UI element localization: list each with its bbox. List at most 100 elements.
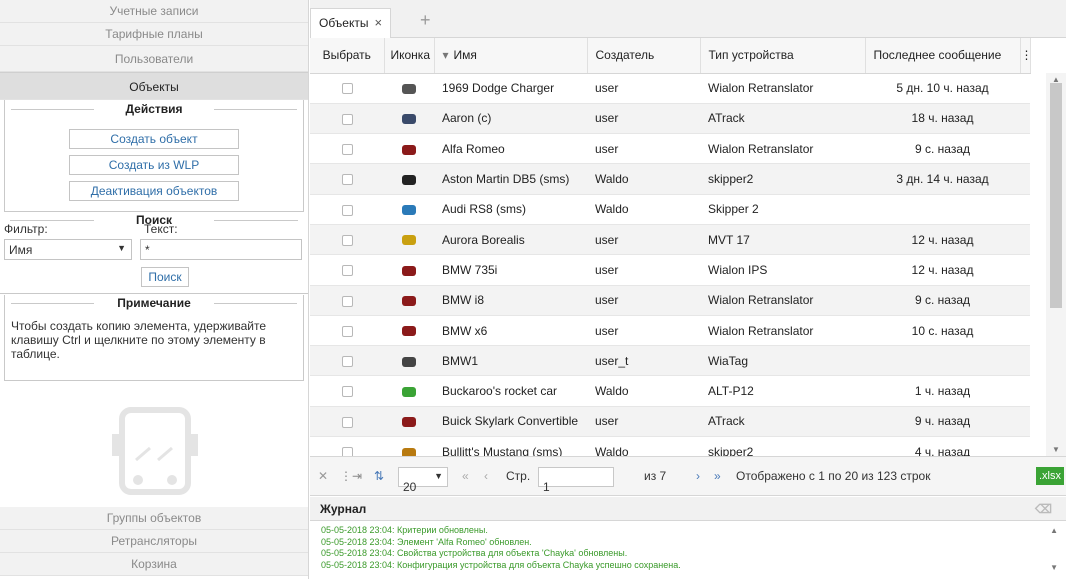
column-settings-icon[interactable]: ⋮⇥ [340,469,362,483]
sidebar-item-units[interactable]: Объекты [0,72,308,100]
filter-label: Фильтр: [4,222,48,236]
table-row[interactable]: Buckaroo's rocket car Waldo ALT-P12 1 ч. на… [310,375,1030,407]
journal-scroll-down-icon[interactable]: ▼ [1050,563,1058,572]
unit-name[interactable]: Bullitt's Mustang (sms) [434,436,587,456]
unit-last-message: 10 с. назад [865,315,1020,347]
table-row[interactable]: Audi RS8 (sms) Waldo Skipper 2 [310,194,1030,225]
column-creator[interactable]: Создатель [587,38,701,74]
row-select-checkbox[interactable] [310,163,384,195]
prev-page-icon[interactable]: ‹ [484,469,488,483]
create-unit-button[interactable]: Создать объект [69,129,239,149]
unit-device-type: skipper2 [700,436,865,456]
checkbox[interactable] [341,234,353,246]
row-select-checkbox[interactable] [310,285,384,316]
checkbox[interactable] [341,204,353,216]
column-icon[interactable]: Иконка [384,38,435,74]
unit-last-message: 1 ч. назад [865,375,1020,407]
checkbox[interactable] [341,83,353,95]
first-page-icon[interactable]: « [462,469,469,483]
table-row[interactable]: Aaron (c) user ATrack 18 ч. назад [310,103,1030,135]
sidebar-item-users[interactable]: Пользователи [0,46,308,72]
unit-name[interactable]: BMW 735i [434,254,587,286]
deactivate-units-button[interactable]: Деактивация объектов [69,181,239,201]
clear-filter-icon[interactable]: ✕ [318,469,328,483]
unit-device-type: ALT-P12 [700,375,865,407]
filter-select[interactable]: Имя ▼ [4,239,132,260]
sidebar-item-billing-plans[interactable]: Тарифные планы [0,23,308,46]
unit-name[interactable]: BMW x6 [434,315,587,347]
table-row[interactable]: Bullitt's Mustang (sms) Waldo skipper2 4 ч.… [310,436,1030,456]
next-page-icon[interactable]: › [696,469,700,483]
checkbox[interactable] [341,265,353,277]
sidebar-item-unit-groups[interactable]: Группы объектов [0,507,308,530]
unit-name[interactable]: Buick Skylark Convertible [434,406,587,438]
scroll-down-icon[interactable]: ▼ [1052,445,1060,454]
journal-line: 05-05-2018 23:04: Конфигурация устройств… [321,559,681,570]
add-tab-icon[interactable]: + [420,10,431,31]
unit-name[interactable]: Audi RS8 (sms) [434,194,587,225]
eraser-icon[interactable]: ⌫ [1035,497,1052,521]
column-menu-icon[interactable]: ⋮ [1020,38,1031,74]
table-row[interactable]: Alfa Romeo user Wialon Retranslator 9 с. на… [310,133,1030,165]
checkbox[interactable] [341,174,353,186]
row-select-checkbox[interactable] [310,315,384,347]
row-select-checkbox[interactable] [310,254,384,286]
unit-name[interactable]: Buckaroo's rocket car [434,375,587,407]
create-from-wlp-button[interactable]: Создать из WLP [69,155,239,175]
row-select-checkbox[interactable] [310,375,384,407]
unit-name[interactable]: BMW i8 [434,285,587,316]
table-row[interactable]: BMW x6 user Wialon Retranslator 10 с. назад [310,315,1030,347]
table-scrollbar[interactable]: ▲ ▼ [1046,73,1066,456]
row-select-checkbox[interactable] [310,406,384,438]
unit-name[interactable]: Aaron (c) [434,103,587,135]
scrollbar-thumb[interactable] [1050,83,1062,308]
unit-name[interactable]: Aurora Borealis [434,224,587,256]
checkbox[interactable] [341,416,353,428]
checkbox[interactable] [341,295,353,307]
journal-scroll-up-icon[interactable]: ▲ [1050,526,1058,535]
table-row[interactable]: BMW i8 user Wialon Retranslator 9 с. назад [310,285,1030,316]
row-select-checkbox[interactable] [310,103,384,135]
search-button[interactable]: Поиск [141,267,189,287]
page-input[interactable]: 1 [538,467,614,494]
unit-name[interactable]: BMW1 [434,345,587,377]
checkbox[interactable] [341,386,353,398]
table-row[interactable]: BMW 735i user Wialon IPS 12 ч. назад [310,254,1030,286]
sort-settings-icon[interactable]: ⇅ [374,469,384,483]
close-icon[interactable]: × [375,15,383,30]
checkbox[interactable] [341,356,353,368]
last-page-icon[interactable]: » [714,469,721,483]
checkbox[interactable] [341,447,353,456]
unit-name[interactable]: 1969 Dodge Charger [434,73,587,104]
checkbox[interactable] [341,325,353,337]
row-select-checkbox[interactable] [310,345,384,377]
column-name[interactable]: ▾ Имя [434,38,588,74]
table-row[interactable]: Aurora Borealis user MVT 17 12 ч. назад [310,224,1030,256]
row-select-checkbox[interactable] [310,436,384,456]
table-row[interactable]: Buick Skylark Convertible user ATrack 9 ч. … [310,406,1030,438]
tab-units[interactable]: Объекты × [310,8,392,38]
checkbox[interactable] [341,144,353,156]
row-select-checkbox[interactable] [310,73,384,104]
row-select-checkbox[interactable] [310,224,384,256]
export-xlsx-button[interactable]: .xlsx [1036,467,1064,485]
column-device-type[interactable]: Тип устройства [700,38,866,74]
unit-icon-cell [384,133,434,165]
unit-name[interactable]: Aston Martin DB5 (sms) [434,163,587,195]
sidebar-item-retranslators[interactable]: Ретрансляторы [0,530,308,553]
page-label: Стр. [506,469,531,483]
table-row[interactable]: Aston Martin DB5 (sms) Waldo skipper2 3 дн.… [310,163,1030,195]
car-icon [402,144,416,155]
column-last-message[interactable]: Последнее сообщение [865,38,1021,74]
rows-per-page-select[interactable]: 20 ▼ [398,467,448,494]
row-select-checkbox[interactable] [310,194,384,225]
checkbox[interactable] [341,113,353,125]
column-select[interactable]: Выбрать [310,38,385,74]
unit-name[interactable]: Alfa Romeo [434,133,587,165]
table-row[interactable]: 1969 Dodge Charger user Wialon Retranslato… [310,73,1030,104]
search-text-input[interactable]: * [140,239,302,260]
sidebar-item-accounts[interactable]: Учетные записи [0,0,308,23]
table-row[interactable]: BMW1 user_t WiaTag [310,345,1030,377]
sidebar-item-recycle-bin[interactable]: Корзина [0,553,308,576]
row-select-checkbox[interactable] [310,133,384,165]
